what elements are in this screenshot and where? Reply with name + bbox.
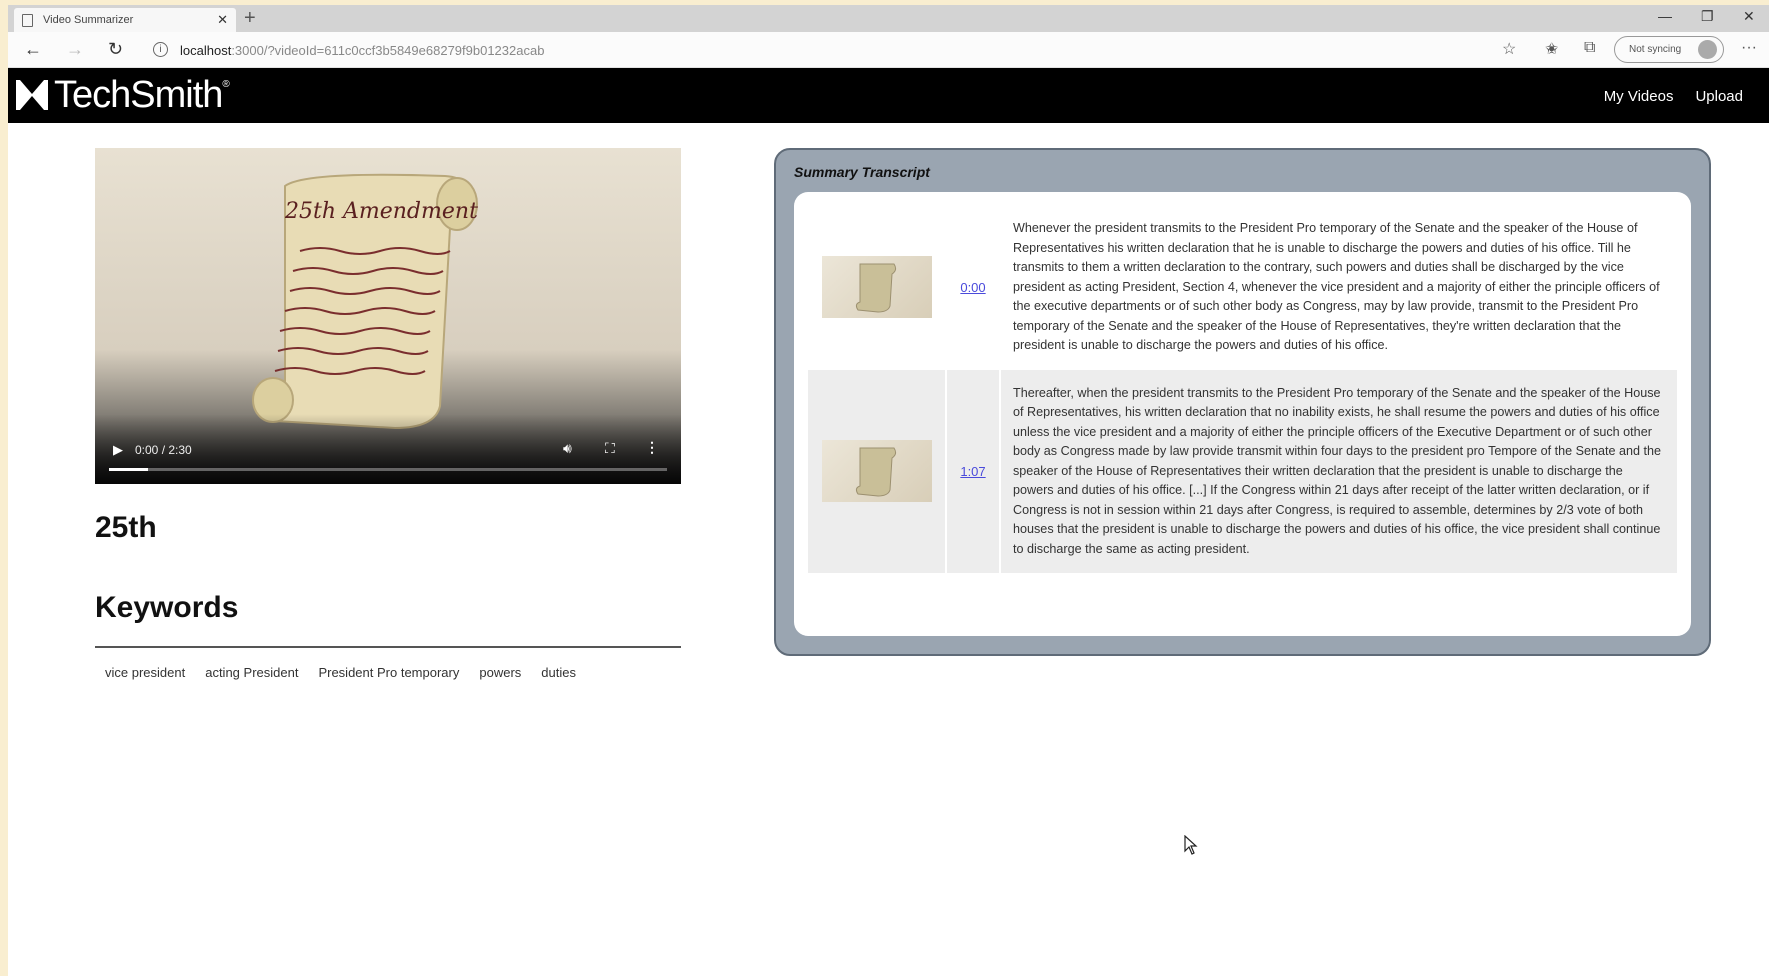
video-player[interactable]: 25th Amendment ▶ 0:00 / 2:30 🔊︎ ⛶ ⋮ xyxy=(95,148,681,484)
sync-status-button[interactable]: Not syncing xyxy=(1614,36,1724,63)
collections-icon[interactable]: ⧉ xyxy=(1584,39,1595,57)
site-header: TechSmith ® My Videos Upload xyxy=(8,68,1769,123)
mouse-cursor-icon xyxy=(1184,835,1198,855)
video-time: 0:00 / 2:30 xyxy=(135,443,192,457)
page-icon xyxy=(22,13,33,27)
tab-strip: Video Summarizer ✕ + — ❐ ✕ xyxy=(8,5,1769,32)
new-tab-button[interactable]: + xyxy=(244,7,256,29)
thumbnail-cell xyxy=(808,370,945,574)
favorites-list-icon[interactable]: ✬ xyxy=(1545,39,1558,59)
scroll-thumb-icon xyxy=(855,447,896,497)
scroll-thumb-icon xyxy=(855,263,896,313)
profile-avatar-icon xyxy=(1698,40,1717,59)
nav-my-videos[interactable]: My Videos xyxy=(1604,88,1674,105)
more-options-icon[interactable]: ··· xyxy=(1741,39,1757,57)
forward-arrow-icon[interactable]: → xyxy=(66,38,84,60)
summary-transcript-panel: Summary Transcript 0:00 Whenever the pre… xyxy=(774,148,1711,656)
transcript-text: Thereafter, when the president transmits… xyxy=(1013,385,1662,556)
restore-icon[interactable]: ❐ xyxy=(1701,8,1714,25)
url-field[interactable]: localhost:3000/?videoId=611c0ccf3b5849e6… xyxy=(180,43,544,58)
close-window-icon[interactable]: ✕ xyxy=(1743,8,1755,25)
poster-caption: 25th Amendment xyxy=(284,199,478,224)
logo-text: TechSmith xyxy=(54,74,223,116)
keywords-list: vice president acting President Presiden… xyxy=(105,665,576,680)
tab-title: Video Summarizer xyxy=(43,14,134,26)
play-icon[interactable]: ▶ xyxy=(113,442,123,458)
back-arrow-icon[interactable]: ← xyxy=(24,38,42,60)
fullscreen-icon[interactable]: ⛶ xyxy=(605,440,615,457)
keyword-chip[interactable]: President Pro temporary xyxy=(318,665,459,680)
close-tab-icon[interactable]: ✕ xyxy=(217,12,228,28)
timestamp-link[interactable]: 1:07 xyxy=(960,464,985,479)
keyword-chip[interactable]: acting President xyxy=(205,665,298,680)
minimize-icon[interactable]: — xyxy=(1658,8,1672,24)
video-progress-bar[interactable] xyxy=(109,468,667,471)
timestamp-link[interactable]: 0:00 xyxy=(960,280,985,295)
refresh-icon[interactable]: ↻ xyxy=(108,38,123,60)
segment-thumbnail[interactable] xyxy=(821,440,932,503)
scroll-illustration: 25th Amendment xyxy=(252,173,478,430)
sync-label: Not syncing xyxy=(1629,44,1682,55)
volume-icon[interactable]: 🔊︎ xyxy=(563,440,572,457)
favorite-star-icon[interactable]: ☆ xyxy=(1502,39,1516,59)
video-progress-fill xyxy=(109,468,149,471)
address-bar-row: ← → ↻ i localhost:3000/?videoId=611c0ccf… xyxy=(8,32,1769,68)
keyword-chip[interactable]: vice president xyxy=(105,665,185,680)
summary-title: Summary Transcript xyxy=(794,164,930,180)
browser-window: Video Summarizer ✕ + — ❐ ✕ ← → ↻ i local… xyxy=(8,5,1769,976)
browser-tab[interactable]: Video Summarizer ✕ xyxy=(14,8,236,32)
transcript-text: Whenever the president transmits to the … xyxy=(1013,221,1660,352)
site-nav: My Videos Upload xyxy=(1604,88,1743,105)
timestamp-cell: 0:00 xyxy=(945,205,1001,370)
video-more-icon[interactable]: ⋮ xyxy=(645,439,659,456)
keyword-chip[interactable]: powers xyxy=(479,665,521,680)
keyword-chip[interactable]: duties xyxy=(541,665,576,680)
keywords-divider xyxy=(95,646,681,648)
segment-thumbnail[interactable] xyxy=(821,256,932,319)
nav-upload[interactable]: Upload xyxy=(1695,88,1743,105)
techsmith-mark-icon xyxy=(16,80,48,110)
summary-table: 0:00 Whenever the president transmits to… xyxy=(794,192,1691,636)
timestamp-cell: 1:07 xyxy=(945,369,1001,573)
techsmith-logo[interactable]: TechSmith ® xyxy=(16,75,230,115)
keywords-heading: Keywords xyxy=(95,591,239,624)
info-icon[interactable]: i xyxy=(153,42,168,57)
logo-registered-mark: ® xyxy=(222,79,230,90)
transcript-row: 0:00 Whenever the president transmits to… xyxy=(808,205,1677,370)
video-title: 25th xyxy=(95,511,157,544)
transcript-row: 1:07 Thereafter, when the president tran… xyxy=(808,369,1677,574)
thumbnail-cell xyxy=(808,205,945,370)
video-controls: ▶ 0:00 / 2:30 🔊︎ ⛶ ⋮ xyxy=(95,414,681,484)
